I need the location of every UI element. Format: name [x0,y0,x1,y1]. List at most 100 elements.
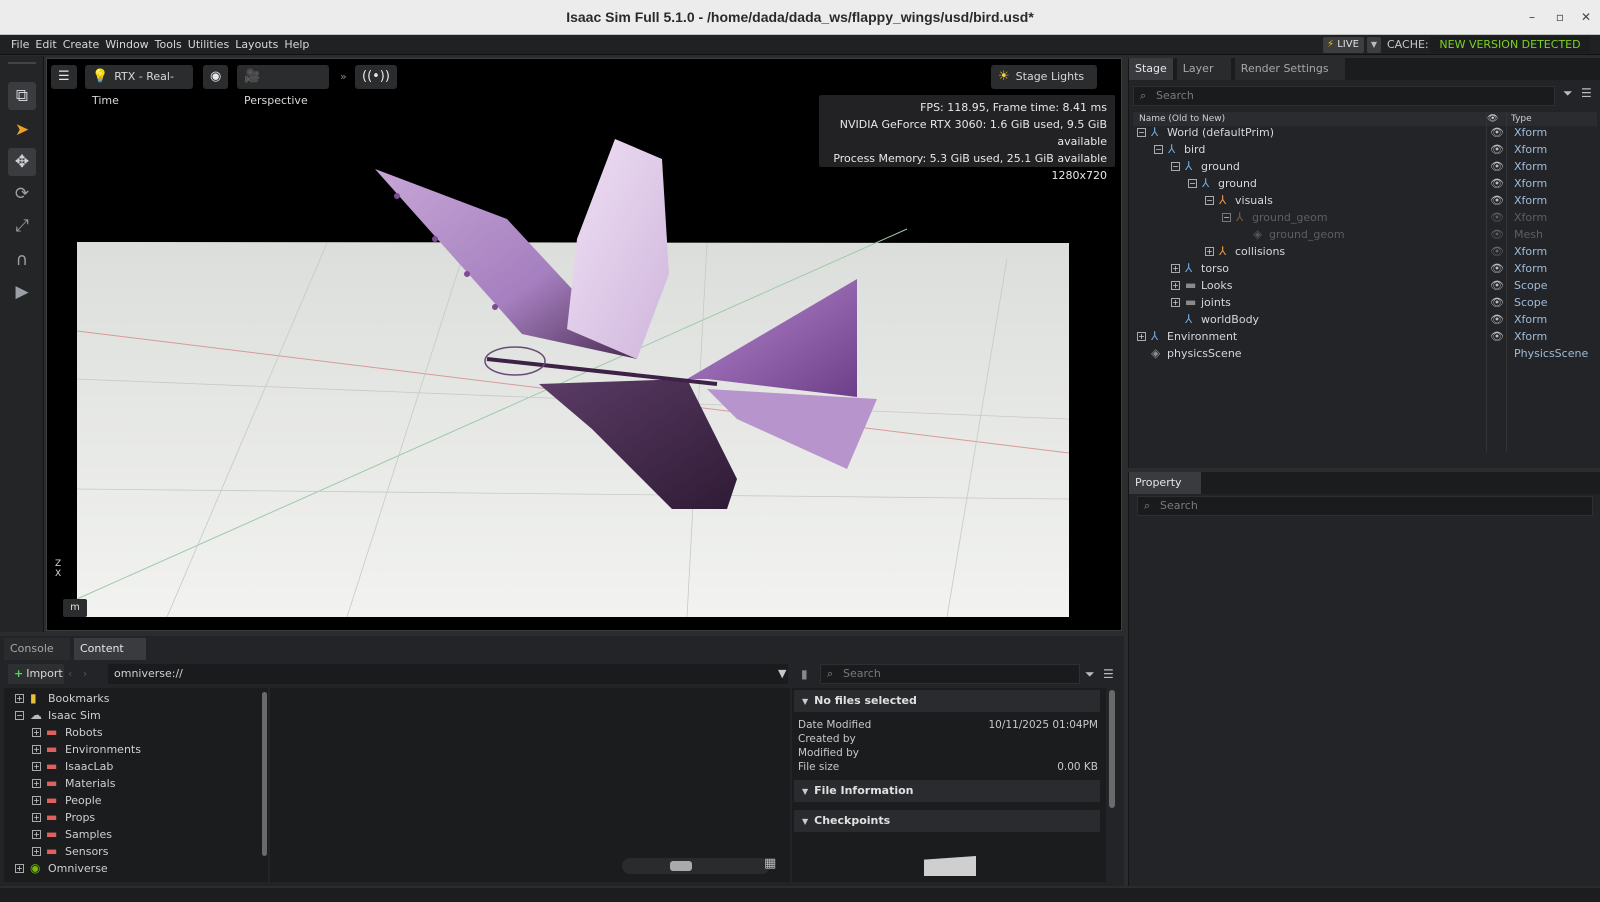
expand-icon[interactable]: + [32,830,41,839]
tree-row-physicsscene[interactable]: ◈ physicsScene PhysicsScene [1133,345,1597,362]
filter-icon[interactable]: ⏷ [1085,664,1095,684]
expand-icon[interactable]: + [32,796,41,805]
collapse-icon[interactable]: − [1205,196,1214,205]
menu-utilities[interactable]: Utilities [185,35,232,55]
property-search-input[interactable]: ⌕ Search [1137,496,1593,516]
tree-row-ground-geom-mesh[interactable]: ◈ ground_geom 👁 Mesh [1133,226,1597,243]
viewport-expand-arrow[interactable]: » [333,65,354,89]
eye-icon[interactable]: 👁 [1490,277,1504,294]
select-arrow-icon[interactable]: ➤ [8,116,36,144]
menu-create[interactable]: Create [60,35,103,55]
visibility-button[interactable]: ◉ [203,65,229,89]
eye-icon[interactable]: 👁 [1490,141,1504,158]
tab-property[interactable]: Property [1129,472,1201,494]
tree-row-looks[interactable]: + ▬ Looks 👁 Scope [1133,277,1597,294]
import-button[interactable]: + Import [8,664,64,684]
eye-hidden-icon[interactable]: 👁 [1490,243,1504,260]
camera-button[interactable]: 🎥Perspective [237,65,329,107]
tree-row-ground-geom[interactable]: − ⅄ ground_geom 👁 Xform [1133,209,1597,226]
stage-lights-button[interactable]: ☀ Stage Lights [991,65,1097,89]
collapse-icon[interactable]: − [1154,145,1163,154]
collapse-icon[interactable]: − [1222,213,1231,222]
tab-render-settings[interactable]: Render Settings [1234,58,1345,80]
path-dropdown-icon[interactable]: ▼ [778,664,786,684]
eye-icon[interactable]: 👁 [1490,294,1504,311]
tree-row-visuals[interactable]: − ⅄ visuals 👁 Xform [1133,192,1597,209]
collapse-icon[interactable]: − [1171,162,1180,171]
stage-search-input[interactable]: ⌕ Search [1133,86,1555,106]
eye-icon[interactable]: 👁 [1490,175,1504,192]
menu-edit[interactable]: Edit [32,35,59,55]
eye-icon[interactable]: 👁 [1490,158,1504,175]
expand-icon[interactable]: + [32,779,41,788]
scale-icon[interactable]: ⤢ [8,212,36,240]
tree-row-bird[interactable]: − ⅄ bird 👁 Xform [1133,141,1597,158]
close-button[interactable]: ✕ [1572,0,1600,35]
file-grid[interactable]: ▦ [270,688,790,882]
expand-icon[interactable]: + [1205,247,1214,256]
collapse-icon[interactable]: − [1137,128,1146,137]
expand-icon[interactable]: + [1171,281,1180,290]
eye-icon[interactable]: 👁 [1490,209,1504,226]
collapse-icon[interactable]: − [15,711,24,720]
tree-row-torso[interactable]: + ⅄ torso 👁 Xform [1133,260,1597,277]
eye-icon[interactable]: 👁 [1490,226,1504,243]
rotate-icon[interactable]: ⟳ [8,180,36,208]
checkpoints-header[interactable]: ▼ Checkpoints [794,810,1100,832]
tree-row-world[interactable]: − ⅄ World (defaultPrim) 👁 Xform [1133,124,1597,141]
expand-icon[interactable]: + [15,694,24,703]
eye-icon[interactable]: 👁 [1490,260,1504,277]
options-menu-icon[interactable]: ☰ [1581,86,1592,100]
broadcast-button[interactable]: ((•)) [355,65,397,89]
nav-arrows[interactable]: ‹ › [68,664,87,684]
tab-layer[interactable]: Layer [1176,58,1231,80]
expand-icon[interactable]: + [1137,332,1146,341]
menu-tools[interactable]: Tools [152,35,185,55]
viewport-settings-button[interactable]: ☰ [51,65,77,89]
tab-content[interactable]: Content [74,638,146,660]
move-icon[interactable]: ✥ [8,148,36,176]
menu-help[interactable]: Help [281,35,312,55]
toolbar-grip[interactable] [8,62,36,64]
tree-row-joints[interactable]: + ▬ joints 👁 Scope [1133,294,1597,311]
maximize-button[interactable]: ▫ [1546,0,1574,35]
bookmark-icon[interactable]: ▮ [801,664,808,684]
filter-icon[interactable]: ⏷ [1563,86,1573,101]
tab-stage[interactable]: Stage [1129,58,1173,80]
renderer-button[interactable]: 💡 RTX - Real-Time [85,65,193,107]
expand-icon[interactable]: + [32,728,41,737]
eye-icon[interactable]: 👁 [1490,311,1504,328]
info-scrollbar[interactable] [1109,690,1115,808]
snap-magnet-icon[interactable]: ∩ [8,246,36,274]
eye-icon[interactable]: 👁 [1490,192,1504,209]
live-button[interactable]: ⚡ LIVE [1323,37,1364,53]
expand-icon[interactable]: + [32,762,41,771]
eye-icon[interactable]: 👁 [1490,328,1504,345]
select-mode-icon[interactable]: ⧉ [8,82,36,110]
options-menu-icon[interactable]: ☰ [1103,664,1114,684]
expand-icon[interactable]: + [32,813,41,822]
grid-view-icon[interactable]: ▦ [764,856,776,871]
expand-icon[interactable]: + [32,745,41,754]
slider-thumb[interactable] [670,861,692,871]
content-search-input[interactable]: ⌕ Search [820,664,1080,684]
tree-row-ground-child[interactable]: − ⅄ ground 👁 Xform [1133,175,1597,192]
tree-row-collisions[interactable]: + ⅄ collisions 👁 Xform [1133,243,1597,260]
expand-icon[interactable]: + [1171,264,1180,273]
menu-window[interactable]: Window [102,35,151,55]
viewport[interactable]: ☰ 💡 RTX - Real-Time ◉ 🎥Perspective » ((•)… [46,58,1122,631]
tab-console[interactable]: Console [4,638,70,660]
tree-row-worldbody[interactable]: ⅄ worldBody 👁 Xform [1133,311,1597,328]
no-files-selected-header[interactable]: ▼ No files selected [794,690,1100,712]
file-information-header[interactable]: ▼ File Information [794,780,1100,802]
tree-row-ground[interactable]: − ⅄ ground 👁 Xform [1133,158,1597,175]
expand-icon[interactable]: + [32,847,41,856]
expand-icon[interactable]: + [1171,298,1180,307]
new-version-badge[interactable]: NEW VERSION DETECTED [1430,37,1590,53]
menu-layouts[interactable]: Layouts [232,35,281,55]
collapse-icon[interactable]: − [1188,179,1197,188]
menu-file[interactable]: File [8,35,32,55]
minimize-button[interactable]: – [1518,0,1546,35]
thumbnail-size-slider[interactable] [622,858,770,874]
expand-icon[interactable]: + [15,864,24,873]
